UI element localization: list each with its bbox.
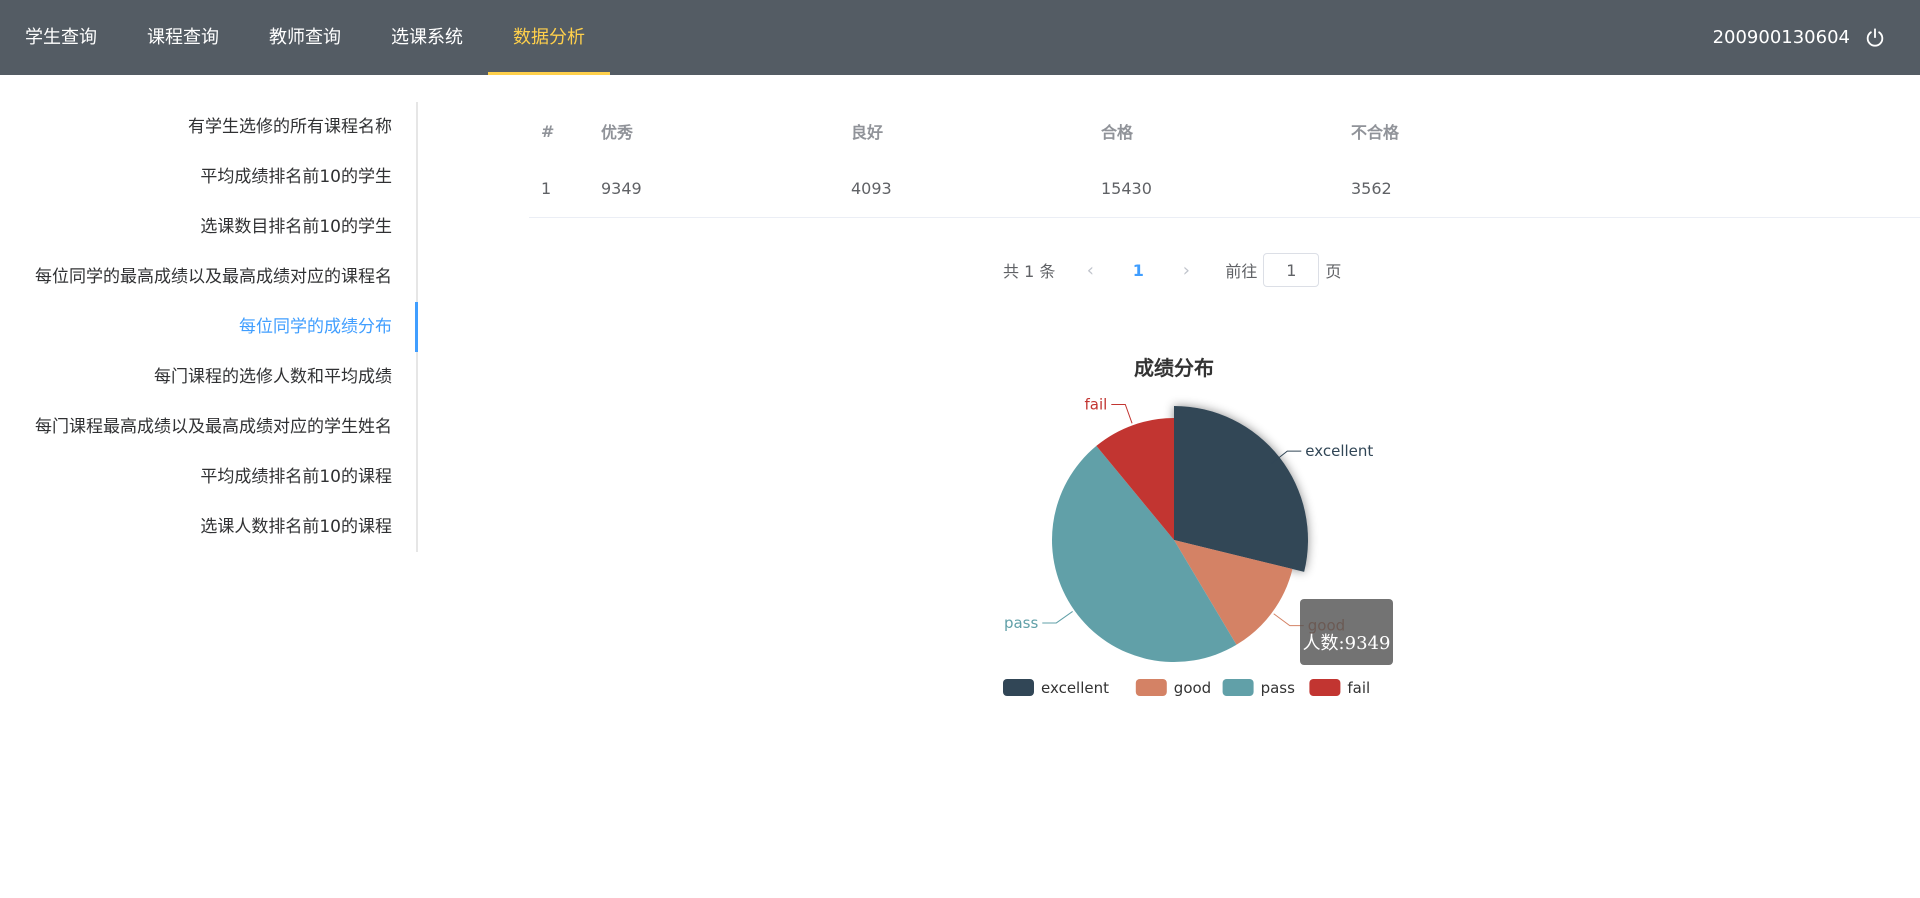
sidebar-item-student-max-score[interactable]: 每位同学的最高成绩以及最高成绩对应的课程名 <box>0 252 416 302</box>
sidebar-item-top10-students-count[interactable]: 选课数目排名前10的学生 <box>0 202 416 252</box>
nav-item-data-analysis[interactable]: 数据分析 <box>488 0 610 75</box>
nav-item-teacher-query[interactable]: 教师查询 <box>244 0 366 75</box>
pie-label-excellent: excellent <box>1305 442 1373 460</box>
pie-label-fail: fail <box>1084 395 1107 413</box>
cell-pass: 15430 <box>1101 179 1152 198</box>
legend-item-good[interactable]: good <box>1135 679 1211 697</box>
header-pass: 合格 <box>1101 123 1134 142</box>
sidebar-item-course-max-score[interactable]: 每门课程最高成绩以及最高成绩对应的学生姓名 <box>0 402 416 452</box>
header-good: 良好 <box>851 123 884 142</box>
nav-item-course-selection[interactable]: 选课系统 <box>366 0 488 75</box>
goto-label: 前往 <box>1225 262 1258 281</box>
legend-item-fail[interactable]: fail <box>1309 679 1370 697</box>
cell-fail: 3562 <box>1351 179 1392 198</box>
legend-swatch-excellent <box>1003 679 1034 696</box>
sidebar-item-all-courses[interactable]: 有学生选修的所有课程名称 <box>0 102 416 152</box>
power-icon[interactable] <box>1864 27 1886 49</box>
score-table: # 优秀 良好 合格 不合格 1 9349 4093 15430 3562 <box>529 102 1920 218</box>
legend-label-fail: fail <box>1347 679 1370 697</box>
pagination-total: 共 1 条 <box>1003 262 1056 281</box>
nav-item-student-query[interactable]: 学生查询 <box>0 0 122 75</box>
chart-title: 成绩分布 <box>1134 356 1214 380</box>
pagination: 共 1 条 ‹ 1 › 前往 页 <box>1003 252 1341 288</box>
next-page-icon[interactable]: › <box>1173 260 1199 281</box>
header-excellent: 优秀 <box>601 123 634 142</box>
cell-index: 1 <box>541 179 552 198</box>
legend-swatch-pass <box>1222 679 1254 696</box>
table-row: 1 9349 4093 15430 3562 <box>529 160 1920 218</box>
sidebar-item-top10-courses-avg[interactable]: 平均成绩排名前10的课程 <box>0 452 416 502</box>
goto-page-input[interactable] <box>1263 253 1320 287</box>
user-area: 200900130604 <box>1713 0 1886 75</box>
legend-item-excellent[interactable]: excellent <box>1003 679 1109 697</box>
chart-tooltip: 人数:9349 <box>1300 599 1393 665</box>
prev-page-icon[interactable]: ‹ <box>1077 260 1103 281</box>
sidebar-item-top10-students-avg[interactable]: 平均成绩排名前10的学生 <box>0 152 416 202</box>
page-label: 页 <box>1325 262 1342 281</box>
top-nav-bar: 学生查询 课程查询 教师查询 选课系统 数据分析 200900130604 <box>0 0 1920 75</box>
sidebar-menu: 有学生选修的所有课程名称 平均成绩排名前10的学生 选课数目排名前10的学生 每… <box>0 102 418 552</box>
sidebar-item-score-distribution[interactable]: 每位同学的成绩分布 <box>0 302 418 352</box>
table-header: # 优秀 良好 合格 不合格 <box>529 102 1920 160</box>
legend-label-pass: pass <box>1261 679 1296 697</box>
page-number[interactable]: 1 <box>1103 261 1173 280</box>
nav-item-course-query[interactable]: 课程查询 <box>122 0 244 75</box>
pie-label-line-fail <box>1111 403 1133 424</box>
sidebar-item-top10-courses-count[interactable]: 选课人数排名前10的课程 <box>0 502 416 552</box>
legend-label-excellent: excellent <box>1041 679 1109 697</box>
top-menu: 学生查询 课程查询 教师查询 选课系统 数据分析 <box>0 0 610 75</box>
cell-excellent: 9349 <box>601 179 642 198</box>
sidebar-item-course-stats[interactable]: 每门课程的选修人数和平均成绩 <box>0 352 416 402</box>
legend-swatch-good <box>1135 679 1167 696</box>
pie-label-pass: pass <box>1004 614 1039 632</box>
header-index: # <box>541 121 555 141</box>
legend-swatch-fail <box>1309 679 1341 696</box>
user-id: 200900130604 <box>1712 27 1850 48</box>
header-fail: 不合格 <box>1351 123 1400 142</box>
pie-label-line-pass <box>1042 611 1073 624</box>
legend-label-good: good <box>1174 679 1211 697</box>
cell-good: 4093 <box>851 179 892 198</box>
legend-item-pass[interactable]: pass <box>1222 679 1296 697</box>
